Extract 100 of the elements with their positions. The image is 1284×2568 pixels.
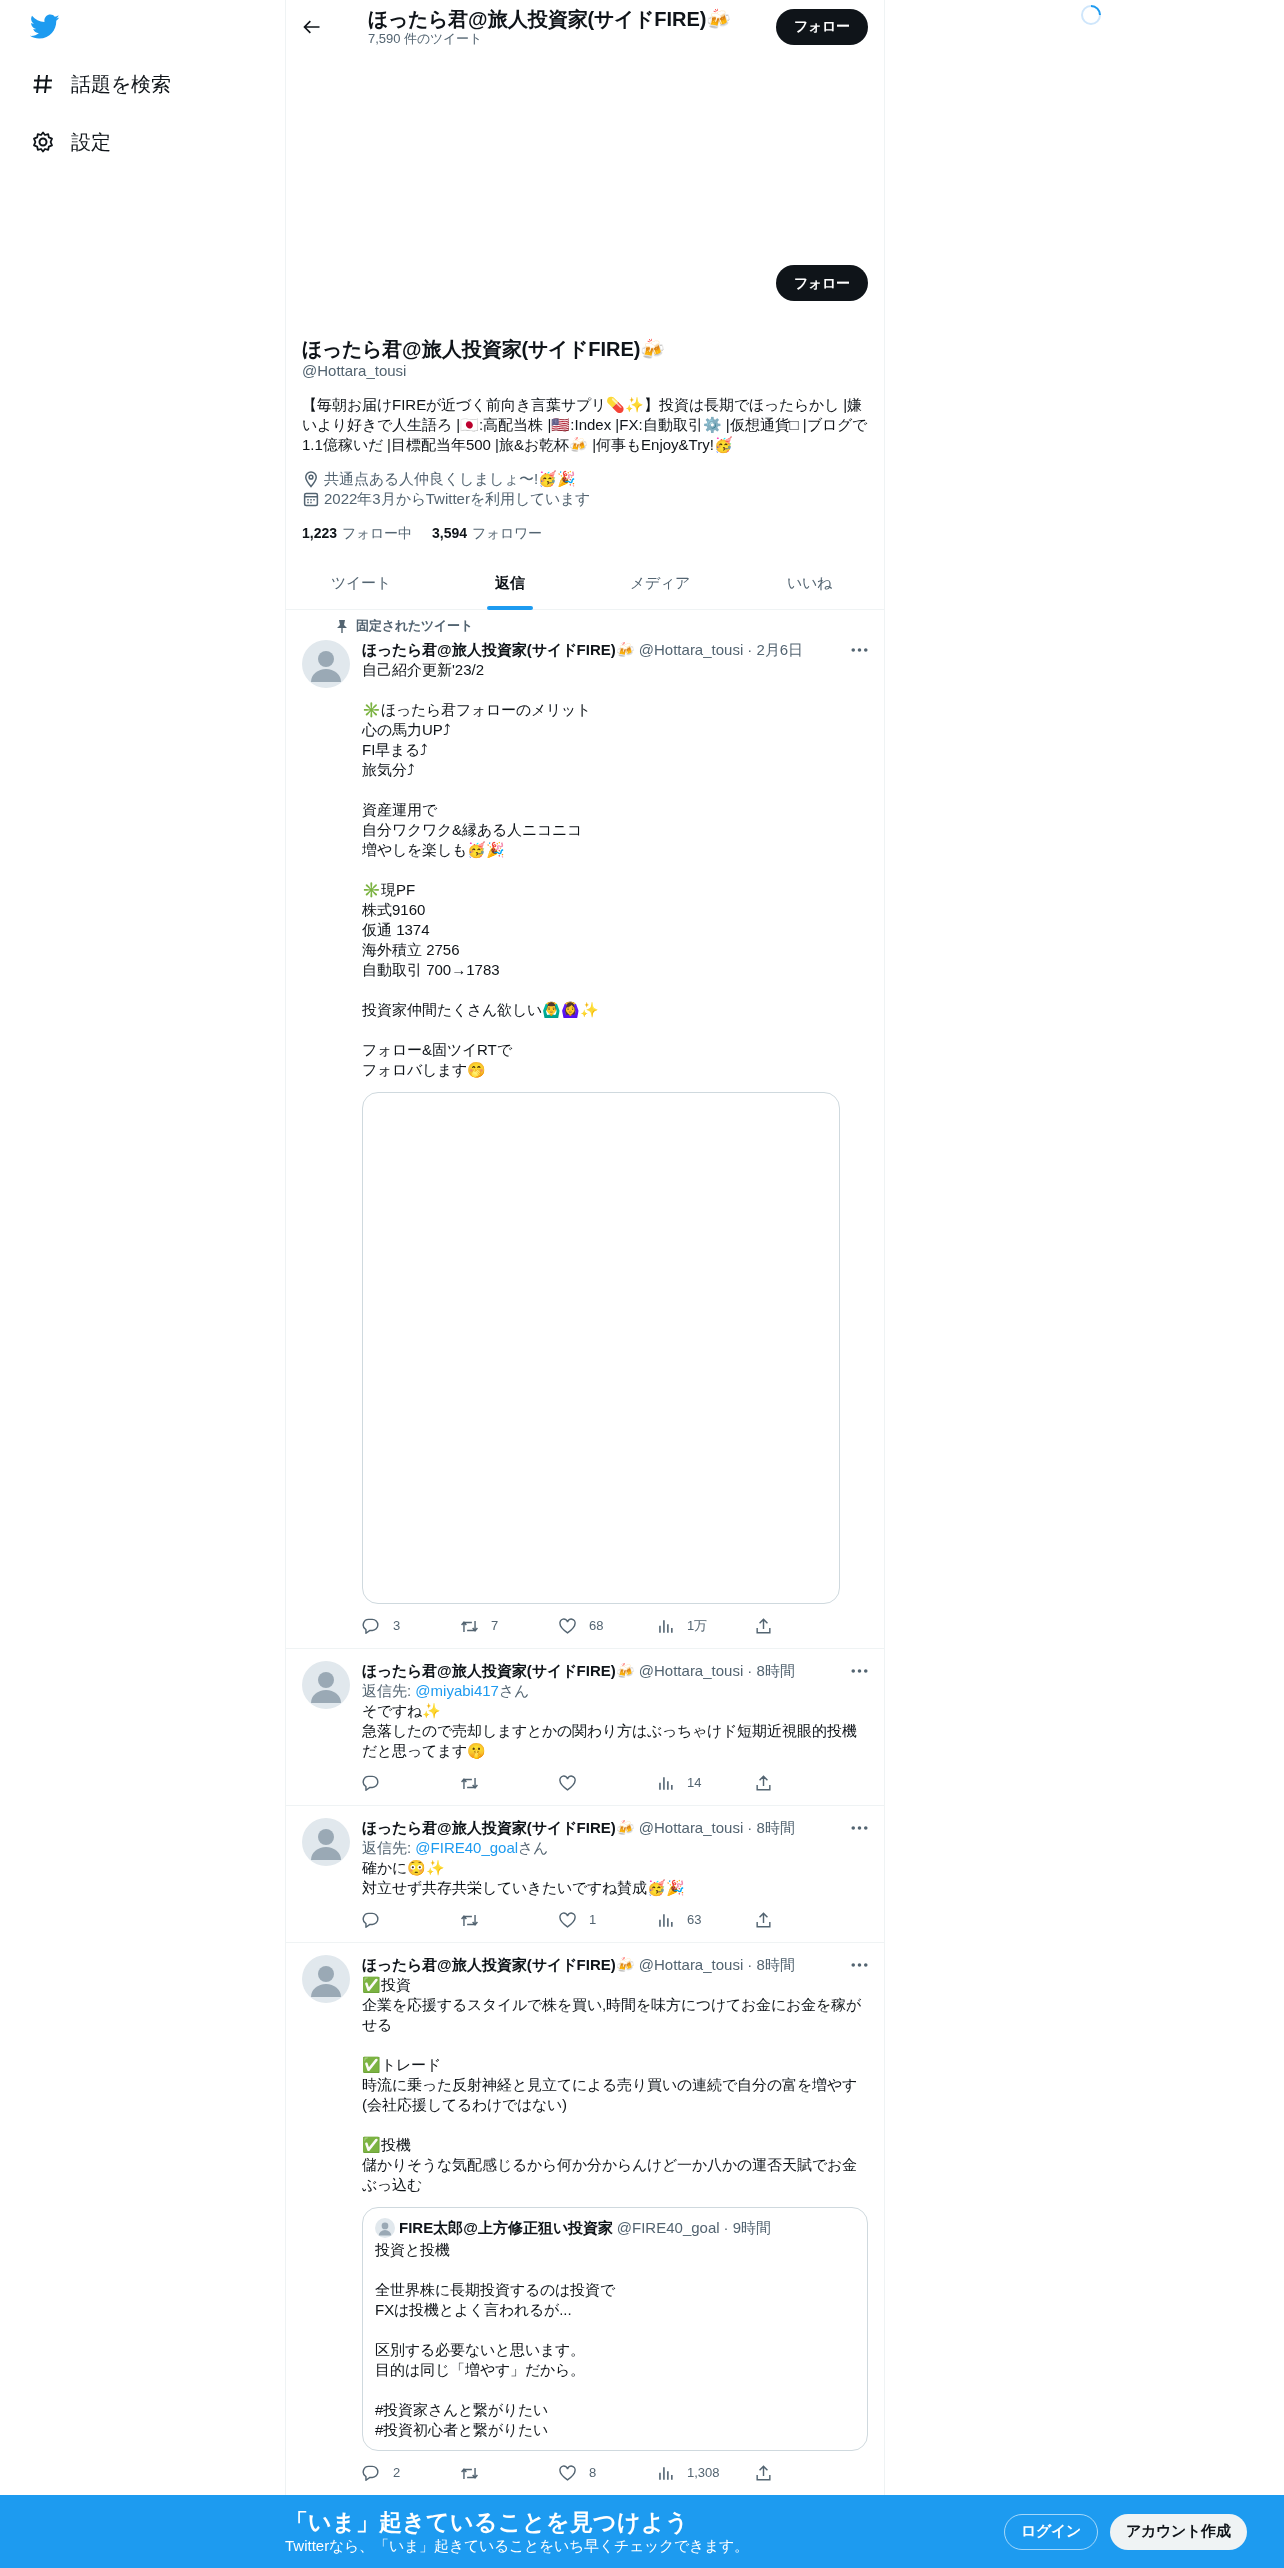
tweet-text-line: フォロー&固ツイRTで (362, 1040, 513, 1060)
author-handle: @Hottara_tousi (638, 1661, 744, 1681)
avatar (302, 1955, 350, 2003)
tweet-time[interactable]: · 8時間 (747, 1818, 795, 1838)
tweet-time[interactable]: · 8時間 (747, 1955, 795, 1975)
tweet-text-line: 企業を応援するスタイルで株を買い,時間を味方につけてお金にお金を稼がせる (362, 1995, 863, 2035)
pinned-label: 固定されたツイート (356, 618, 473, 634)
more-icon (851, 1963, 868, 1967)
tweet-text-line: 増やしを楽しも🥳🎉 (362, 840, 506, 860)
follow-button[interactable]: フォロー (776, 265, 868, 301)
tweet-text-line: 資産運用で (362, 800, 438, 820)
author-handle: @Hottara_tousi (638, 1955, 744, 1975)
settings-icon (31, 130, 55, 154)
author-name[interactable]: ほったら君@旅人投資家(サイドFIRE)🍻 (362, 1955, 635, 1975)
bird-logo-icon (30, 14, 60, 40)
quoted-text-line: 区別する必要ないと思います。 (375, 2340, 586, 2360)
reply-to-text: 返信先: @miyabi417さん (362, 1681, 530, 1701)
author-handle: @FIRE40_goal (616, 2218, 720, 2238)
profile-tab[interactable]: メディア (585, 557, 735, 610)
quoted-text-line: FXは投機とよく言われるが... (375, 2300, 573, 2320)
quoted-tweet[interactable]: FIRE太郎@上方修正狙い投資家 @FIRE40_goal · 9時間 投資と投機 全世界株に長期投資するのは投資で FXは投機とよく言われるが... 区別する必要ないと思います。 目的は同じ「増やす」だから。 #投資家さんと繋がりたい #投資初心者と繋がりたい (362, 2207, 868, 2451)
tweet-time[interactable]: · 8時間 (747, 1661, 795, 1681)
author-name[interactable]: ほったら君@旅人投資家(サイドFIRE)🍻 (362, 1818, 635, 1838)
more-icon (851, 1669, 868, 1673)
avatar (302, 1818, 350, 1866)
reply-to-text: 返信先: @FIRE40_goalさん (362, 1838, 550, 1858)
like-count: 1 (589, 1911, 597, 1930)
author-name[interactable]: ほったら君@旅人投資家(サイドFIRE)🍻 (362, 1661, 635, 1681)
tweet-text-line: フォロバします🤭 (362, 1060, 487, 1080)
share-icon (754, 1910, 773, 1930)
media-card[interactable] (362, 1092, 840, 1604)
profile-location: 共通点ある人仲良くしましょ〜!🥳🎉 (324, 469, 577, 489)
views-count: 14 (687, 1774, 702, 1793)
tweet-text-line: 海外積立 2756 (362, 940, 461, 960)
tweet-text-line: 自動取引 700→1783 (362, 960, 501, 980)
join-date: 2022年3月からTwitterを利用しています (324, 489, 590, 509)
profile-tab[interactable]: 返信 (435, 557, 585, 610)
reply-count: 3 (393, 1617, 401, 1636)
tweet-text-line: 対立せず共存共栄していきたいですね賛成🥳🎉 (362, 1878, 686, 1898)
follow-count-link[interactable]: 3,594 フォロワー (432, 523, 543, 543)
quoted-text-line: 目的は同じ「増やす」だから。 (375, 2360, 586, 2380)
sidebar-link[interactable]: 話題を検索 (0, 55, 285, 113)
tweet-text-line: 自己紹介更新'23/2 (362, 660, 486, 680)
share-icon (754, 1616, 773, 1636)
heart-icon (558, 1616, 577, 1636)
tweet-text-line: 投資家仲間たくさん欲しい🙆‍♂🙆‍♀✨ (362, 1000, 600, 1020)
reply-icon (362, 1616, 381, 1636)
share-icon (754, 1773, 773, 1793)
quoted-text-line: #投資家さんと繋がりたい (375, 2400, 550, 2420)
tweet-text-line: ✳ほったら君フォローのメリット (362, 700, 592, 720)
tweet-text-line: 株式9160 (362, 900, 427, 920)
profile-tab[interactable]: いいね (734, 557, 884, 610)
tweet-text-line: FI早まる⤴ (362, 740, 430, 760)
more-icon (851, 648, 868, 652)
tweet-text-line: 儲かりそうな気配感じるから何か分からんけど一か八かの運否天賦でお金ぶっ込む (362, 2155, 858, 2195)
tweet-text-line: 急落したので売却しますとかの関わり方はぶっちゃけド短期近視眼的投機だと思ってます🤫 (362, 1721, 858, 1761)
tweet-text-line: 時流に乗った反射神経と見立てによる売り買いの連続で自分の富を増やす(会社応援してるわけではない) (362, 2075, 858, 2115)
tweet-time[interactable]: · 2月6日 (747, 640, 804, 660)
tweet-time: · 9時間 (723, 2218, 772, 2238)
sidebar-link[interactable]: 設定 (0, 113, 285, 171)
tweet-text-line: 心の馬力UP⤴ (362, 720, 452, 740)
like-count: 68 (589, 1617, 604, 1636)
reply-icon (362, 2463, 381, 2483)
tweet-text-line: 確かに😳✨ (362, 1858, 446, 1878)
avatar (302, 1661, 350, 1709)
heart-icon (558, 1910, 577, 1930)
tweet-text-line: そですね✨ (362, 1701, 442, 1721)
tweet-text-line: ✅投資 (362, 1975, 412, 1995)
views-count: 1万 (687, 1617, 708, 1636)
profile-title: ほったら君@旅人投資家(サイドFIRE)🍻 (368, 6, 733, 31)
tweet-text-line: 自分ワクワク&縁ある人ニコニコ (362, 820, 583, 840)
tweet-text-line: ✅トレード (362, 2055, 442, 2075)
hashtag-icon (31, 72, 55, 96)
views-count: 1,308 (687, 2464, 720, 2483)
author-name: FIRE太郎@上方修正狙い投資家 (399, 2218, 613, 2238)
quoted-text-line: 全世界株に長期投資するのは投資で (375, 2280, 616, 2300)
profile-tab[interactable]: ツイート (286, 557, 436, 610)
tweet-text-line: ✅投機 (362, 2135, 412, 2155)
author-handle: @Hottara_tousi (638, 640, 744, 660)
tweet-text-line: 旅気分⤴ (362, 760, 416, 780)
follow-count-link[interactable]: 1,223 フォロー中 (302, 523, 413, 543)
banner-title: 「いま」起きていることを見つけよう (285, 2507, 690, 2536)
author-name[interactable]: ほったら君@旅人投資家(サイドFIRE)🍻 (362, 640, 635, 660)
tweet-text-line: 仮通 1374 (362, 920, 431, 940)
retweet-count: 7 (491, 1617, 499, 1636)
signup-button[interactable]: アカウント作成 (1110, 2513, 1247, 2550)
profile-bio: 【毎朝お届けFIREが近づく前向き言葉サプリ💊✨】投資は長期でほったらかし |嫌いより好きで人生語ろ |🇯🇵:高配当株 |🇺🇸:Index |FX:自動取引⚙ |仮想通貨□ |ブログで1.1億稼いだ |目標配当年500 |旅&お乾杯🍻 |何事もEnjoy&Try!🥳 (302, 395, 868, 455)
author-handle: @Hottara_tousi (638, 1818, 744, 1838)
avatar (375, 2218, 395, 2238)
reply-icon (362, 1773, 381, 1793)
reply-count: 2 (393, 2464, 401, 2483)
reply-icon (362, 1910, 381, 1930)
tweet-text-line: ✳現PF (362, 880, 417, 900)
quoted-text-line: #投資初心者と繋がりたい (375, 2420, 550, 2440)
share-icon (754, 2463, 773, 2483)
like-count: 8 (589, 2464, 597, 2483)
profile-name: ほったら君@旅人投資家(サイドFIRE)🍻 (302, 337, 667, 361)
banner-subtitle: Twitterなら、「いま」起きていることをいち早くチェックできます。 (285, 2535, 751, 2556)
follow-button[interactable]: フォロー (776, 8, 868, 45)
quoted-text-line: 投資と投機 (375, 2240, 451, 2260)
